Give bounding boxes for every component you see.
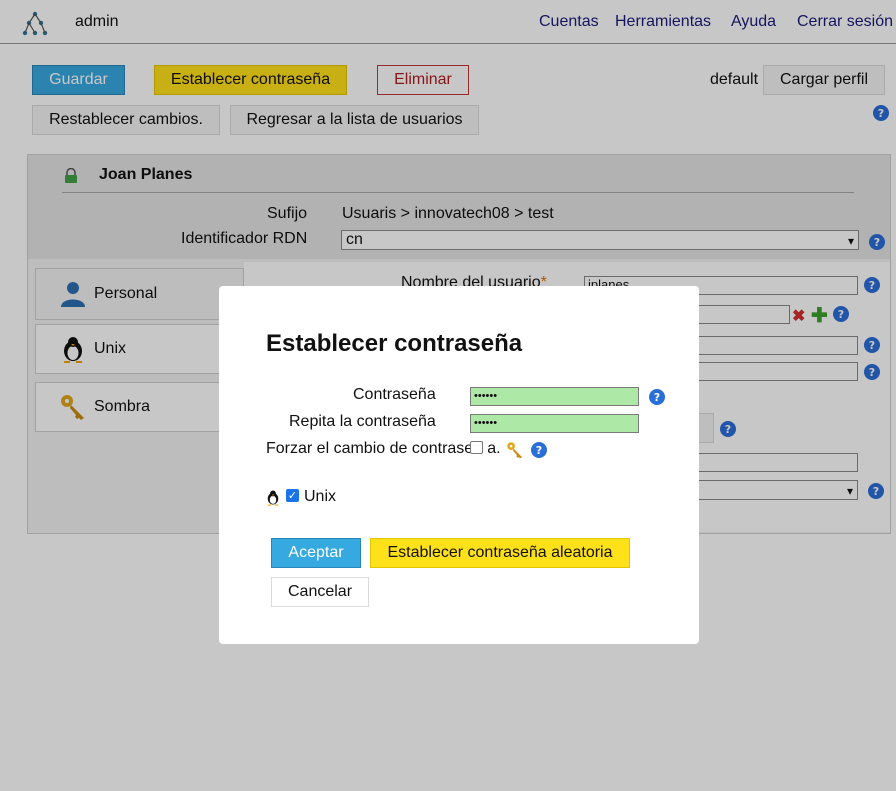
help-icon[interactable]: ? (649, 389, 665, 405)
cancel-button[interactable]: Cancelar (271, 577, 369, 607)
force-change-label: Forzar el cambio de contrase a. (266, 440, 501, 458)
dialog-title: Establecer contraseña (266, 330, 523, 357)
unix-checkbox[interactable]: ✓ (286, 489, 299, 502)
penguin-icon (267, 490, 279, 506)
repeat-password-label: Repita la contraseña (289, 413, 436, 430)
force-change-label-text: a. (487, 440, 501, 457)
set-password-dialog: Establecer contraseña Contraseña •••••• … (219, 286, 699, 644)
random-password-button[interactable]: Establecer contraseña aleatoria (370, 538, 630, 568)
password-input[interactable]: •••••• (470, 387, 639, 406)
accept-button[interactable]: Aceptar (271, 538, 361, 568)
repeat-password-input[interactable]: •••••• (470, 414, 639, 433)
key-icon (507, 442, 523, 459)
force-change-label-text: Forzar el cambio de contrase (266, 440, 474, 457)
unix-label: Unix (304, 488, 337, 505)
password-label: Contraseña (353, 386, 436, 403)
force-change-checkbox[interactable] (470, 441, 483, 454)
help-icon[interactable]: ? (531, 442, 547, 458)
